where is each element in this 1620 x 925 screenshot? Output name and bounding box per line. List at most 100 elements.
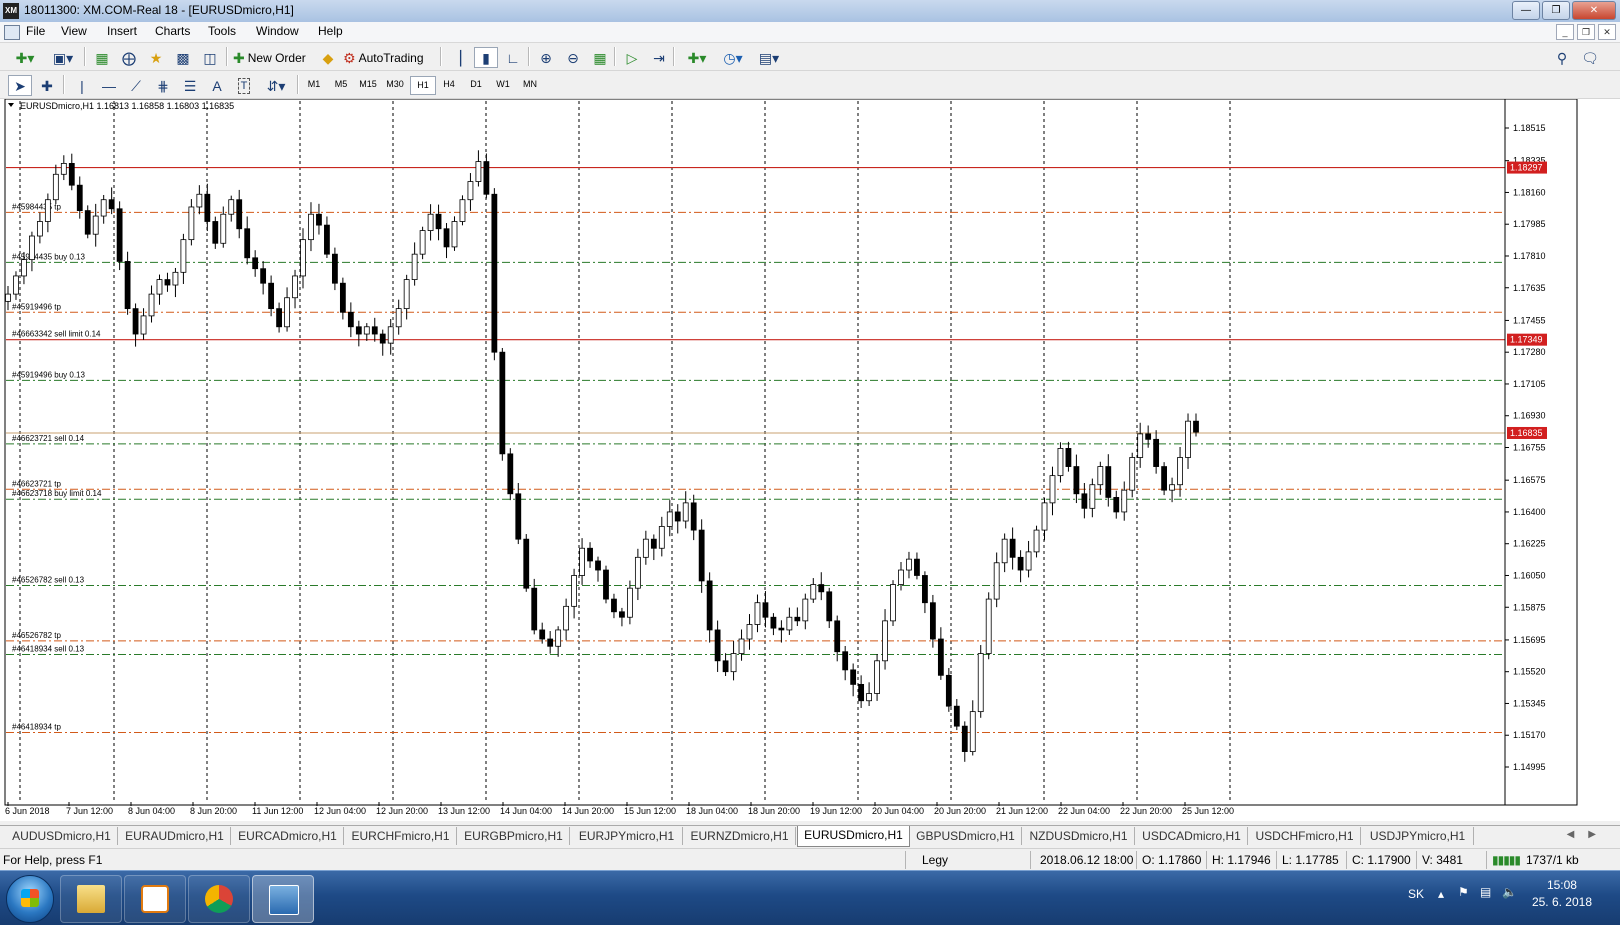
timeframe-m5[interactable]: M5: [329, 76, 353, 93]
line-chart-button[interactable]: ∟: [501, 47, 525, 68]
candlestick-chart-button[interactable]: ▮: [474, 47, 498, 68]
candle-body: [674, 511, 681, 522]
autotrading-button[interactable]: ⚙ AutoTrading: [342, 47, 436, 68]
taskbar-chrome[interactable]: [188, 875, 250, 923]
candle-body: [1033, 529, 1040, 553]
status-open: O: 1.17860: [1142, 853, 1202, 867]
candle-body: [427, 213, 434, 231]
menu-file[interactable]: File: [22, 24, 49, 38]
menu-window[interactable]: Window: [252, 24, 303, 38]
chart-tab[interactable]: USDJPYmicro,H1: [1362, 827, 1474, 845]
timeframe-w1[interactable]: W1: [491, 76, 515, 93]
chart-restore-button[interactable]: ❐: [1577, 24, 1595, 40]
volume-muted-icon[interactable]: 🔈: [1502, 885, 1517, 899]
action-center-flag-icon[interactable]: ⚑: [1458, 885, 1469, 899]
text-tool-button[interactable]: A: [205, 75, 229, 96]
minimize-button[interactable]: —: [1512, 1, 1540, 20]
crosshair-tool-button[interactable]: ✚: [35, 75, 59, 96]
cursor-tool-button[interactable]: ➤: [8, 75, 32, 96]
zoom-in-button[interactable]: ⊕: [534, 47, 558, 68]
menu-insert[interactable]: Insert: [103, 24, 141, 38]
auto-scroll-button[interactable]: ▷: [620, 47, 644, 68]
indicators-button[interactable]: ✚▾: [680, 47, 714, 68]
candle-body: [236, 199, 243, 230]
arrows-button[interactable]: ⇵▾: [259, 75, 293, 96]
candle-body: [523, 538, 530, 589]
chart-close-button[interactable]: ✕: [1598, 24, 1616, 40]
text-label-button[interactable]: T: [232, 75, 256, 96]
candle-body: [395, 308, 402, 328]
timeframe-m15[interactable]: M15: [356, 76, 380, 93]
fibonacci-button[interactable]: ☰: [178, 75, 202, 96]
show-hidden-icons[interactable]: ▴: [1438, 887, 1444, 901]
candle-body: [1145, 433, 1152, 440]
new-order-button[interactable]: ✚ New Order: [232, 47, 314, 68]
timeframe-d1[interactable]: D1: [464, 76, 488, 93]
chart-tab[interactable]: USDCHFmicro,H1: [1249, 827, 1361, 845]
taskbar-metatrader[interactable]: [252, 875, 314, 923]
taskbar-explorer[interactable]: [60, 875, 122, 923]
timeframe-h4[interactable]: H4: [437, 76, 461, 93]
data-window-button[interactable]: ⨁: [117, 47, 141, 68]
trendline-button[interactable]: ⟋: [124, 75, 148, 96]
navigator-button[interactable]: ★: [144, 47, 168, 68]
timeframe-h1[interactable]: H1: [410, 76, 436, 95]
timeframe-m30[interactable]: M30: [383, 76, 407, 93]
restore-button[interactable]: ❐: [1542, 1, 1570, 20]
terminal-button[interactable]: ▩: [171, 47, 195, 68]
candle-body: [84, 210, 91, 235]
chart-tab[interactable]: EURNZDmicro,H1: [684, 827, 796, 845]
bar-chart-button[interactable]: ⎥: [447, 47, 471, 68]
menu-view[interactable]: View: [57, 24, 91, 38]
close-button[interactable]: ✕: [1572, 1, 1616, 20]
chart-minimize-button[interactable]: _: [1556, 24, 1574, 40]
chart-tab[interactable]: EURAUDmicro,H1: [119, 827, 231, 845]
tab-scroll-arrows[interactable]: ◀▶: [1567, 829, 1610, 840]
candle-body: [642, 538, 649, 558]
chart-tab[interactable]: USDCADmicro,H1: [1136, 827, 1248, 845]
chart-tab[interactable]: EURCHFmicro,H1: [345, 827, 457, 845]
price-tick-label: 1.16400: [1513, 507, 1546, 517]
language-indicator[interactable]: SK: [1408, 887, 1424, 901]
timeframe-m1[interactable]: M1: [302, 76, 326, 93]
network-icon[interactable]: ▤: [1480, 885, 1491, 899]
candle-body: [874, 660, 880, 694]
menu-tools[interactable]: Tools: [204, 24, 240, 38]
tile-windows-button[interactable]: ▦: [588, 47, 612, 68]
price-tick-label: 1.15875: [1513, 602, 1546, 612]
status-high: H: 1.17946: [1212, 853, 1271, 867]
taskbar-clock[interactable]: 15:08 25. 6. 2018: [1532, 877, 1592, 911]
chart-tab[interactable]: EURJPYmicro,H1: [571, 827, 683, 845]
price-chart[interactable]: #45984435 tp#45984435 buy 0.13#45919496 …: [0, 99, 1620, 821]
chart-tab[interactable]: EURCADmicro,H1: [232, 827, 344, 845]
chart-shift-button[interactable]: ⇥: [647, 47, 671, 68]
profiles-button[interactable]: ▣▾: [46, 47, 80, 68]
chart-window-icon[interactable]: [4, 25, 20, 40]
search-button[interactable]: ⚲: [1550, 47, 1574, 68]
time-tick-label: 22 Jun 04:00: [1058, 806, 1110, 816]
strategy-tester-button[interactable]: ◫: [198, 47, 222, 68]
taskbar-media-player[interactable]: [124, 875, 186, 923]
metaeditor-button[interactable]: ◆: [316, 47, 340, 68]
chart-tab[interactable]: AUDUSDmicro,H1: [6, 827, 118, 845]
menu-charts[interactable]: Charts: [151, 24, 194, 38]
equidistant-channel-button[interactable]: ⋕: [151, 75, 175, 96]
status-low: L: 1.17785: [1282, 853, 1339, 867]
chart-tab[interactable]: NZDUSDmicro,H1: [1023, 827, 1135, 845]
chart-tab[interactable]: EURUSDmicro,H1: [797, 826, 910, 847]
chart-tab[interactable]: EURGBPmicro,H1: [458, 827, 570, 845]
market-watch-button[interactable]: ▦: [90, 47, 114, 68]
zoom-out-button[interactable]: ⊖: [561, 47, 585, 68]
horizontal-line-button[interactable]: —: [97, 75, 121, 96]
periods-button[interactable]: ◷▾: [716, 47, 750, 68]
vertical-line-button[interactable]: |: [70, 75, 94, 96]
chart-tab[interactable]: GBPUSDmicro,H1: [910, 827, 1022, 845]
new-chart-button[interactable]: ✚▾: [8, 47, 42, 68]
templates-button[interactable]: ▤▾: [752, 47, 786, 68]
market-watch-icon: ▦: [95, 49, 109, 66]
chat-button[interactable]: 🗨: [1576, 47, 1604, 68]
start-button[interactable]: [6, 875, 54, 923]
timeframe-mn[interactable]: MN: [518, 76, 542, 93]
menu-help[interactable]: Help: [314, 24, 347, 38]
navigator-star-icon: ★: [149, 49, 163, 66]
